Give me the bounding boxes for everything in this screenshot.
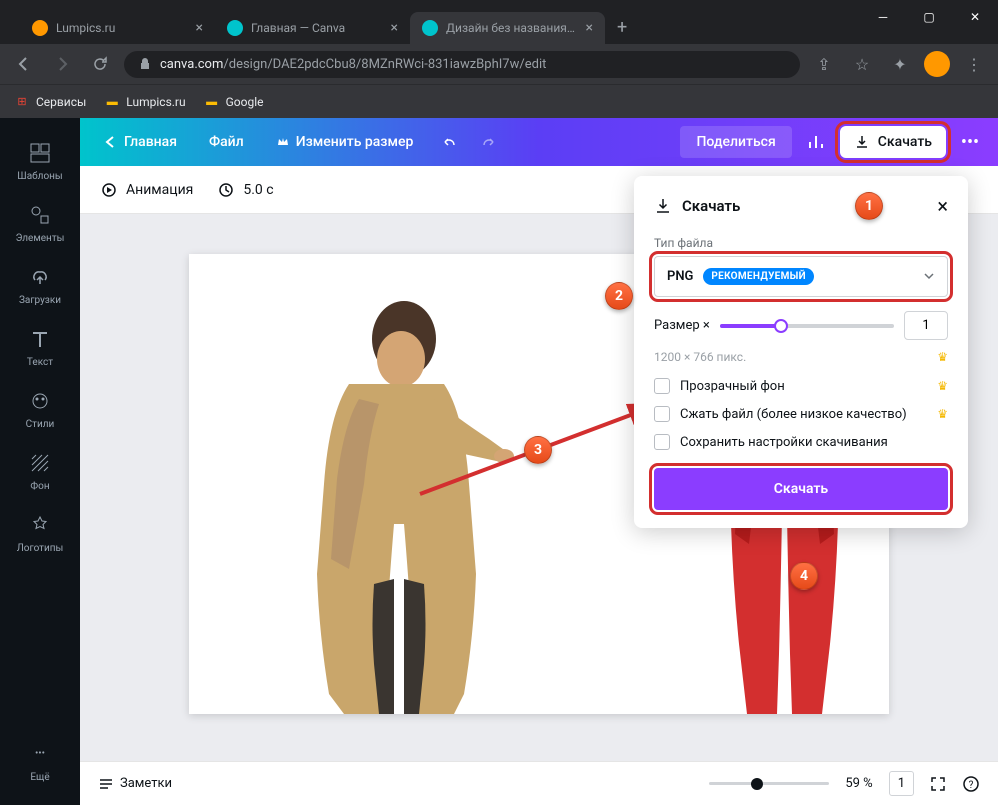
close-panel-button[interactable]: × [937, 194, 948, 218]
sidebar-uploads[interactable]: Загрузки [0, 254, 80, 316]
editor-topbar: Главная Файл Изменить размер Поделиться … [80, 118, 998, 166]
callout-4: 4 [790, 562, 818, 590]
minimize-button[interactable]: ─ [860, 0, 906, 34]
sidebar-more[interactable]: •••Ещё [0, 731, 80, 793]
file-type-select[interactable]: PNG РЕКОМЕНДУЕМЫЙ [654, 256, 948, 297]
forward-button[interactable] [48, 50, 76, 78]
download-icon [854, 134, 870, 150]
close-icon[interactable]: × [196, 20, 203, 36]
zoom-value[interactable]: 59 % [845, 776, 872, 791]
bookmark-services[interactable]: ⊞Сервисы [14, 94, 86, 110]
tab-canva-design[interactable]: Дизайн без названия — 1200 × [410, 12, 605, 44]
size-label: Размер × [654, 318, 710, 333]
url-input[interactable]: canva.com/design/DAE2pdcCbu8/8MZnRWci-83… [124, 51, 800, 78]
menu-button[interactable]: ⋮ [960, 50, 988, 78]
transparent-bg-checkbox[interactable]: Прозрачный фон♛ [654, 378, 948, 394]
save-settings-checkbox[interactable]: Сохранить настройки скачивания [654, 434, 948, 450]
insights-button[interactable] [800, 126, 832, 158]
crown-icon: ♛ [937, 379, 948, 393]
zoom-slider[interactable] [709, 782, 829, 785]
download-icon [654, 197, 672, 215]
more-button[interactable]: ••• [954, 126, 986, 158]
svg-text:?: ? [969, 780, 974, 791]
clock-icon [217, 181, 235, 199]
crown-icon [276, 135, 290, 149]
favicon-icon [422, 20, 438, 36]
tab-canva-home[interactable]: Главная — Canva × [215, 12, 410, 44]
animation-button[interactable]: Анимация [100, 181, 193, 199]
bookmarks-bar: ⊞Сервисы ▬Lumpics.ru ▬Google [0, 84, 998, 118]
favicon-icon [227, 20, 243, 36]
close-icon[interactable]: × [391, 20, 398, 36]
sidebar-logos[interactable]: Логотипы [0, 502, 80, 564]
resize-button[interactable]: Изменить размер [264, 126, 426, 158]
share-url-button[interactable]: ⇪ [810, 50, 838, 78]
size-slider[interactable] [720, 324, 894, 328]
file-button[interactable]: Файл [197, 126, 256, 158]
recommended-badge: РЕКОМЕНДУЕМЫЙ [703, 268, 814, 285]
dimensions-text: 1200 × 766 пикс. [654, 350, 746, 364]
callout-2: 2 [605, 282, 633, 310]
address-bar: canva.com/design/DAE2pdcCbu8/8MZnRWci-83… [0, 44, 998, 84]
new-tab-button[interactable]: + [605, 11, 639, 44]
close-window-button[interactable]: ✕ [952, 0, 998, 34]
bookmark-lumpics[interactable]: ▬Lumpics.ru [104, 94, 185, 110]
size-input[interactable]: 1 [904, 311, 948, 340]
crown-icon: ♛ [937, 407, 948, 421]
page-count[interactable]: 1 [889, 771, 914, 796]
tab-lumpics[interactable]: Lumpics.ru × [20, 12, 215, 44]
notes-button[interactable]: Заметки [98, 776, 172, 792]
download-confirm-button[interactable]: Скачать [654, 468, 948, 510]
bookmark-google[interactable]: ▬Google [204, 94, 264, 110]
callout-1: 1 [855, 192, 883, 220]
compress-checkbox[interactable]: Сжать файл (более низкое качество)♛ [654, 406, 948, 422]
chevron-down-icon [923, 267, 935, 286]
extensions-button[interactable]: ✦ [886, 50, 914, 78]
browser-tabs: Lumpics.ru × Главная — Canva × Дизайн бе… [0, 10, 998, 44]
crown-icon: ♛ [937, 350, 948, 364]
close-icon[interactable]: × [586, 20, 593, 36]
lock-icon [138, 57, 152, 71]
share-button[interactable]: Поделиться [680, 126, 791, 158]
animation-icon [100, 181, 118, 199]
undo-button[interactable] [433, 126, 465, 158]
sidebar-templates[interactable]: Шаблоны [0, 130, 80, 192]
sidebar-text[interactable]: Текст [0, 316, 80, 378]
reload-button[interactable] [86, 50, 114, 78]
sidebar-background[interactable]: Фон [0, 440, 80, 502]
sidebar-styles[interactable]: Стили [0, 378, 80, 440]
person-left-image [229, 284, 519, 714]
home-button[interactable]: Главная [92, 126, 189, 158]
fullscreen-button[interactable] [930, 776, 946, 792]
help-button[interactable]: ? [962, 775, 980, 793]
maximize-button[interactable]: ▢ [906, 0, 952, 34]
redo-button[interactable] [473, 126, 505, 158]
sidebar-elements[interactable]: Элементы [0, 192, 80, 254]
notes-icon [98, 776, 114, 792]
callout-3: 3 [524, 436, 552, 464]
bookmark-button[interactable]: ☆ [848, 50, 876, 78]
favicon-icon [32, 20, 48, 36]
download-panel: Скачать × Тип файла PNG РЕКОМЕНДУЕМЫЙ Ра… [634, 176, 968, 528]
profile-avatar[interactable] [924, 51, 950, 77]
editor-sidebar: Шаблоны Элементы Загрузки Текст Стили Фо… [0, 118, 80, 805]
back-button[interactable] [10, 50, 38, 78]
panel-title: Скачать [682, 197, 927, 215]
bottom-bar: Заметки 59 % 1 ? [80, 761, 998, 805]
file-type-label: Тип файла [654, 236, 948, 250]
duration-button[interactable]: 5.0 с [217, 181, 273, 199]
download-button[interactable]: Скачать [840, 126, 946, 158]
